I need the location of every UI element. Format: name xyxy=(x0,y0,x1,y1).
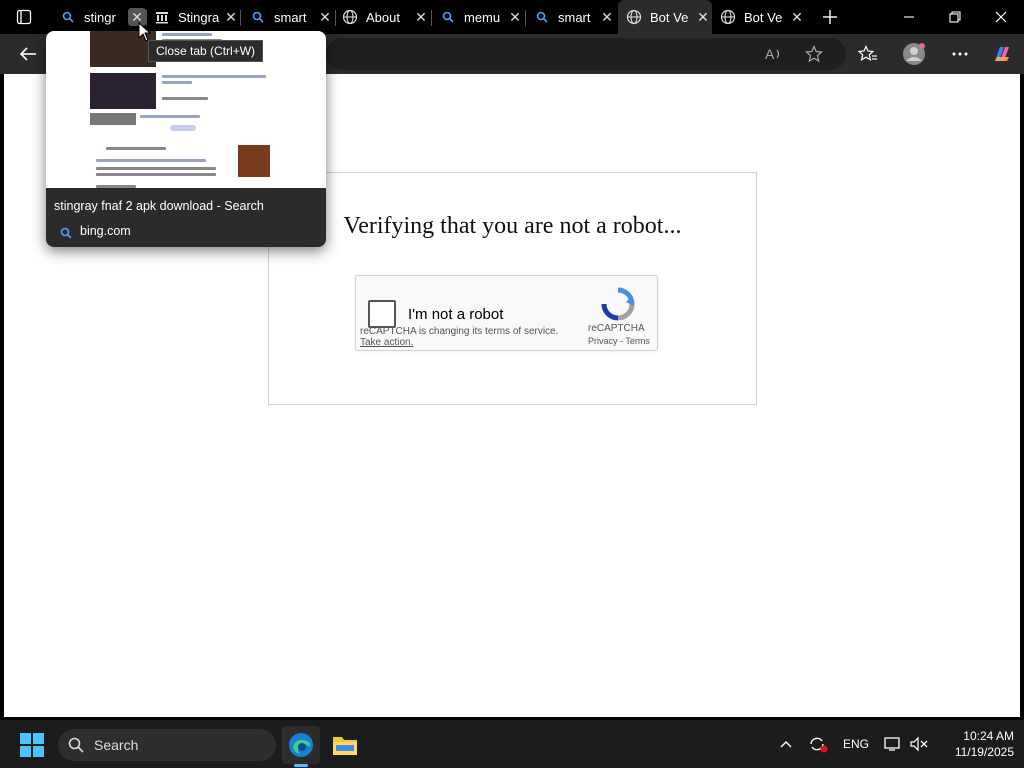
preview-line xyxy=(162,81,192,84)
recaptcha-checkbox[interactable] xyxy=(368,300,396,328)
tab-separator xyxy=(240,10,241,26)
read-aloud-icon[interactable]: A xyxy=(762,42,786,66)
close-tab-button[interactable]: ✕ xyxy=(694,8,712,26)
tab-title: Bot Ve xyxy=(744,9,783,25)
taskbar-search-label: Search xyxy=(94,737,139,753)
preview-image xyxy=(238,145,270,177)
address-bar[interactable]: A xyxy=(326,38,846,70)
clock-time: 10:24 AM xyxy=(963,729,1014,743)
input-language-indicator[interactable]: ENG xyxy=(840,734,872,754)
hover-card-domain: bing.com xyxy=(80,224,131,238)
tab-stingray-search[interactable]: stingr ✕ xyxy=(52,0,146,34)
search-icon xyxy=(68,737,84,758)
tab-separator xyxy=(525,10,526,26)
file-explorer-icon[interactable] xyxy=(326,726,364,764)
taskbar-search[interactable]: Search xyxy=(58,729,276,761)
tab-actions-icon[interactable] xyxy=(8,4,40,30)
new-tab-button[interactable] xyxy=(818,5,842,29)
close-tab-tooltip: Close tab (Ctrl+W) xyxy=(148,40,264,62)
volume-muted-icon[interactable] xyxy=(908,734,930,754)
close-tab-button[interactable]: ✕ xyxy=(788,8,806,26)
tab-smart-search[interactable]: smart ✕ xyxy=(244,0,334,34)
tab-bot-verification-active[interactable]: Bot Ve ✕ xyxy=(618,0,712,34)
globe-icon xyxy=(720,9,736,25)
recaptcha-label: I'm not a robot xyxy=(408,306,504,323)
tab-smart-search-2[interactable]: smart ✕ xyxy=(528,0,616,34)
preview-line xyxy=(140,115,200,118)
recaptcha-links: Privacy - Terms xyxy=(588,336,650,346)
recaptcha-logo-icon xyxy=(600,286,636,322)
clock-date: 11/19/2025 xyxy=(954,745,1014,759)
tab-title: stingr xyxy=(84,9,116,25)
active-app-indicator xyxy=(294,764,308,767)
search-icon xyxy=(250,9,266,25)
tab-hover-card: stingray fnaf 2 apk download - Search bi… xyxy=(46,31,326,247)
minimize-button[interactable] xyxy=(886,0,932,34)
taskbar: Search ENG 10:24 AM 11/19/2025 xyxy=(0,720,1024,768)
more-options-icon[interactable] xyxy=(948,42,972,66)
preview-line xyxy=(170,125,196,131)
close-tab-button[interactable]: ✕ xyxy=(316,8,334,26)
search-icon xyxy=(60,9,76,25)
preview-image xyxy=(90,113,136,125)
recaptcha-terms-link[interactable]: Terms xyxy=(625,336,650,346)
preview-line xyxy=(96,173,216,176)
tab-about[interactable]: About ✕ xyxy=(338,0,430,34)
preview-line xyxy=(162,97,208,100)
recaptcha-notice: reCAPTCHA is changing its terms of servi… xyxy=(360,326,559,337)
tab-title: Bot Ve xyxy=(650,9,689,25)
copilot-icon[interactable] xyxy=(990,42,1014,66)
verification-panel: Verifying that you are not a robot... I'… xyxy=(268,172,757,405)
tab-bot-verification[interactable]: Bot Ve ✕ xyxy=(714,0,806,34)
globe-icon xyxy=(342,9,358,25)
edge-taskbar-icon[interactable] xyxy=(282,726,320,767)
start-button[interactable] xyxy=(20,733,44,757)
preview-line xyxy=(106,147,166,150)
tab-strip: stingr ✕ Stingra ✕ smart ✕ About ✕ memu … xyxy=(0,0,1024,34)
network-monitor-icon[interactable] xyxy=(882,734,904,754)
preview-image xyxy=(90,73,156,109)
tab-title: About xyxy=(366,9,400,25)
close-tab-button[interactable]: ✕ xyxy=(222,8,240,26)
globe-icon xyxy=(626,9,642,25)
recaptcha-brand: reCAPTCHA xyxy=(588,323,645,334)
svg-text:A: A xyxy=(765,46,775,62)
preview-line xyxy=(96,159,206,162)
back-button[interactable] xyxy=(16,42,40,66)
close-tab-button[interactable]: ✕ xyxy=(412,8,430,26)
favorite-star-icon[interactable] xyxy=(802,42,826,66)
search-icon xyxy=(60,226,74,240)
tab-title: memu xyxy=(464,9,501,25)
tab-stingray-page[interactable]: Stingra ✕ xyxy=(148,0,240,34)
recaptcha-take-action-link[interactable]: Take action. xyxy=(360,337,413,348)
recaptcha-privacy-link[interactable]: Privacy xyxy=(588,336,618,346)
close-tab-button[interactable]: ✕ xyxy=(598,8,616,26)
mouse-cursor-icon xyxy=(138,21,152,42)
system-clock[interactable]: 10:24 AM 11/19/2025 xyxy=(934,728,1014,760)
show-hidden-icons-chevron[interactable] xyxy=(776,734,796,754)
tab-title: smart xyxy=(558,9,591,25)
restore-button[interactable] xyxy=(932,0,978,34)
tab-separator xyxy=(431,10,432,26)
verification-heading: Verifying that you are not a robot... xyxy=(343,213,682,239)
tab-title: Stingra xyxy=(178,9,220,25)
tab-separator xyxy=(335,10,336,26)
sync-alert-icon[interactable] xyxy=(806,734,830,754)
preview-line xyxy=(162,75,266,78)
favorites-icon[interactable] xyxy=(856,42,880,66)
preview-line xyxy=(162,33,212,36)
preview-line xyxy=(96,185,136,188)
hover-card-title: stingray fnaf 2 apk download - Search xyxy=(54,199,264,213)
close-window-button[interactable] xyxy=(978,0,1024,34)
preview-line xyxy=(96,167,216,170)
search-icon xyxy=(534,9,550,25)
search-icon xyxy=(440,9,456,25)
close-tab-button[interactable]: ✕ xyxy=(506,8,524,26)
profile-avatar[interactable] xyxy=(902,42,926,66)
tab-memu-search[interactable]: memu ✕ xyxy=(434,0,524,34)
library-icon xyxy=(154,9,170,25)
recaptcha-widget: I'm not a robot reCAPTCHA is changing it… xyxy=(355,275,658,351)
tab-title: smart xyxy=(274,9,307,25)
